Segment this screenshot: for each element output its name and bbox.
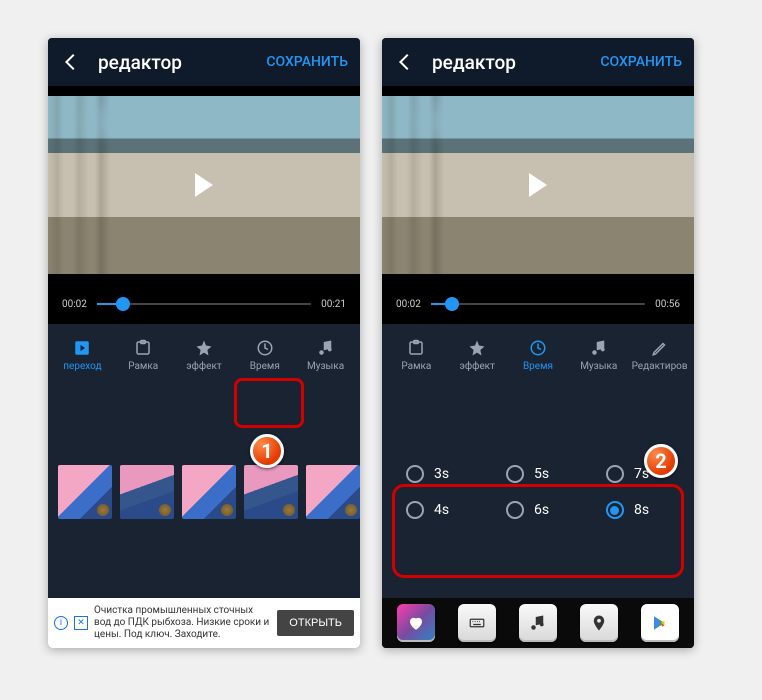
frame-icon [407,339,425,357]
tab-label: Музыка [580,361,617,372]
ad-info-icon[interactable]: i [54,616,68,630]
tab-label: Рамка [128,361,158,372]
timeline-thumb[interactable] [445,297,459,311]
clock-icon [256,339,274,357]
radio-icon [506,465,524,483]
radio-icon [406,465,424,483]
transition-preset[interactable] [120,465,174,519]
clock-icon [529,339,547,357]
video-preview [48,86,360,284]
dock-app-likee[interactable] [397,604,435,642]
back-button[interactable] [394,51,416,73]
duration-label: 5s [534,466,549,482]
save-button[interactable]: СОХРАНИТЬ [600,54,682,70]
radio-icon [406,501,424,519]
timeline-track[interactable] [97,303,311,305]
time-duration-panel: 3s 5s 7s 4s 6s 8s [382,386,694,598]
dock-app-maps[interactable] [580,604,618,642]
tab-frame[interactable]: Рамка [386,335,447,376]
duration-option-5s[interactable]: 5s [488,465,588,483]
music-note-icon [590,339,608,357]
radio-icon [606,465,624,483]
timeline-bar: 00:02 00:56 [382,284,694,324]
editor-tabbar: Рамка эффект Время Музыка Редактиров [382,324,694,386]
time-end: 00:21 [321,299,346,310]
tab-label: Рамка [401,361,431,372]
screen-left: редактор СОХРАНИТЬ 00:02 00:21 переход Р… [48,38,360,648]
ad-banner: i ✕ Очистка промышленных сточных вод до … [48,598,360,648]
timeline-bar: 00:02 00:21 [48,284,360,324]
tab-music[interactable]: Музыка [568,335,629,376]
home-dock [382,598,694,648]
back-button[interactable] [60,51,82,73]
star-icon [468,339,486,357]
time-end: 00:56 [655,299,680,310]
save-button[interactable]: СОХРАНИТЬ [266,54,348,70]
transition-panel [48,386,360,598]
tab-label: переход [63,361,101,372]
tab-label: Время [250,361,280,372]
tab-label: Музыка [307,361,344,372]
tab-music[interactable]: Музыка [295,335,356,376]
tab-label: эффект [459,361,494,372]
play-square-icon [73,339,91,357]
music-icon [529,614,547,632]
duration-option-6s[interactable]: 6s [488,501,588,519]
play-button[interactable] [195,173,213,197]
time-start: 00:02 [62,299,87,310]
transition-preset[interactable] [58,465,112,519]
pencil-icon [651,339,669,357]
tab-time[interactable]: Время [234,335,295,376]
duration-option-3s[interactable]: 3s [388,465,488,483]
editor-tabbar: переход Рамка эффект Время Музыка [48,324,360,386]
duration-label: 3s [434,466,449,482]
duration-option-8s[interactable]: 8s [588,501,688,519]
duration-label: 8s [634,502,649,518]
timeline-track[interactable] [431,303,645,305]
duration-label: 4s [434,502,449,518]
tab-effect[interactable]: эффект [174,335,235,376]
duration-label: 7s [634,466,649,482]
star-icon [195,339,213,357]
location-pin-icon [590,614,608,632]
transition-preset[interactable] [244,465,298,519]
tab-frame[interactable]: Рамка [113,335,174,376]
ad-open-button[interactable]: ОТКРЫТЬ [277,610,354,636]
play-button[interactable] [529,173,547,197]
screen-right: редактор СОХРАНИТЬ 00:02 00:56 Рамка эфф… [382,38,694,648]
tab-label: Время [523,361,553,372]
keyboard-icon [468,614,486,632]
time-start: 00:02 [396,299,421,310]
app-topbar: редактор СОХРАНИТЬ [382,38,694,86]
play-store-icon [651,614,669,632]
tab-effect[interactable]: эффект [447,335,508,376]
dock-app-music[interactable] [519,604,557,642]
dock-app-keyboard[interactable] [458,604,496,642]
tab-edit[interactable]: Редактиров [629,335,690,376]
transition-preset[interactable] [182,465,236,519]
duration-label: 6s [534,502,549,518]
radio-icon [606,501,624,519]
radio-icon [506,501,524,519]
tab-label: Редактиров [632,361,688,372]
tab-transition[interactable]: переход [52,335,113,376]
dock-app-play-store[interactable] [641,604,679,642]
video-preview [382,86,694,284]
transition-preset[interactable] [306,465,360,519]
timeline-thumb[interactable] [116,297,130,311]
app-title: редактор [432,51,584,74]
music-note-icon [317,339,335,357]
app-title: редактор [98,51,250,74]
duration-option-7s[interactable]: 7s [588,465,688,483]
ad-close-icon[interactable]: ✕ [74,616,88,630]
ad-text: Очистка промышленных сточных вод до ПДК … [94,605,271,641]
frame-icon [134,339,152,357]
tab-label: эффект [186,361,221,372]
heart-icon [407,614,425,632]
app-topbar: редактор СОХРАНИТЬ [48,38,360,86]
tab-time[interactable]: Время [508,335,569,376]
duration-option-4s[interactable]: 4s [388,501,488,519]
